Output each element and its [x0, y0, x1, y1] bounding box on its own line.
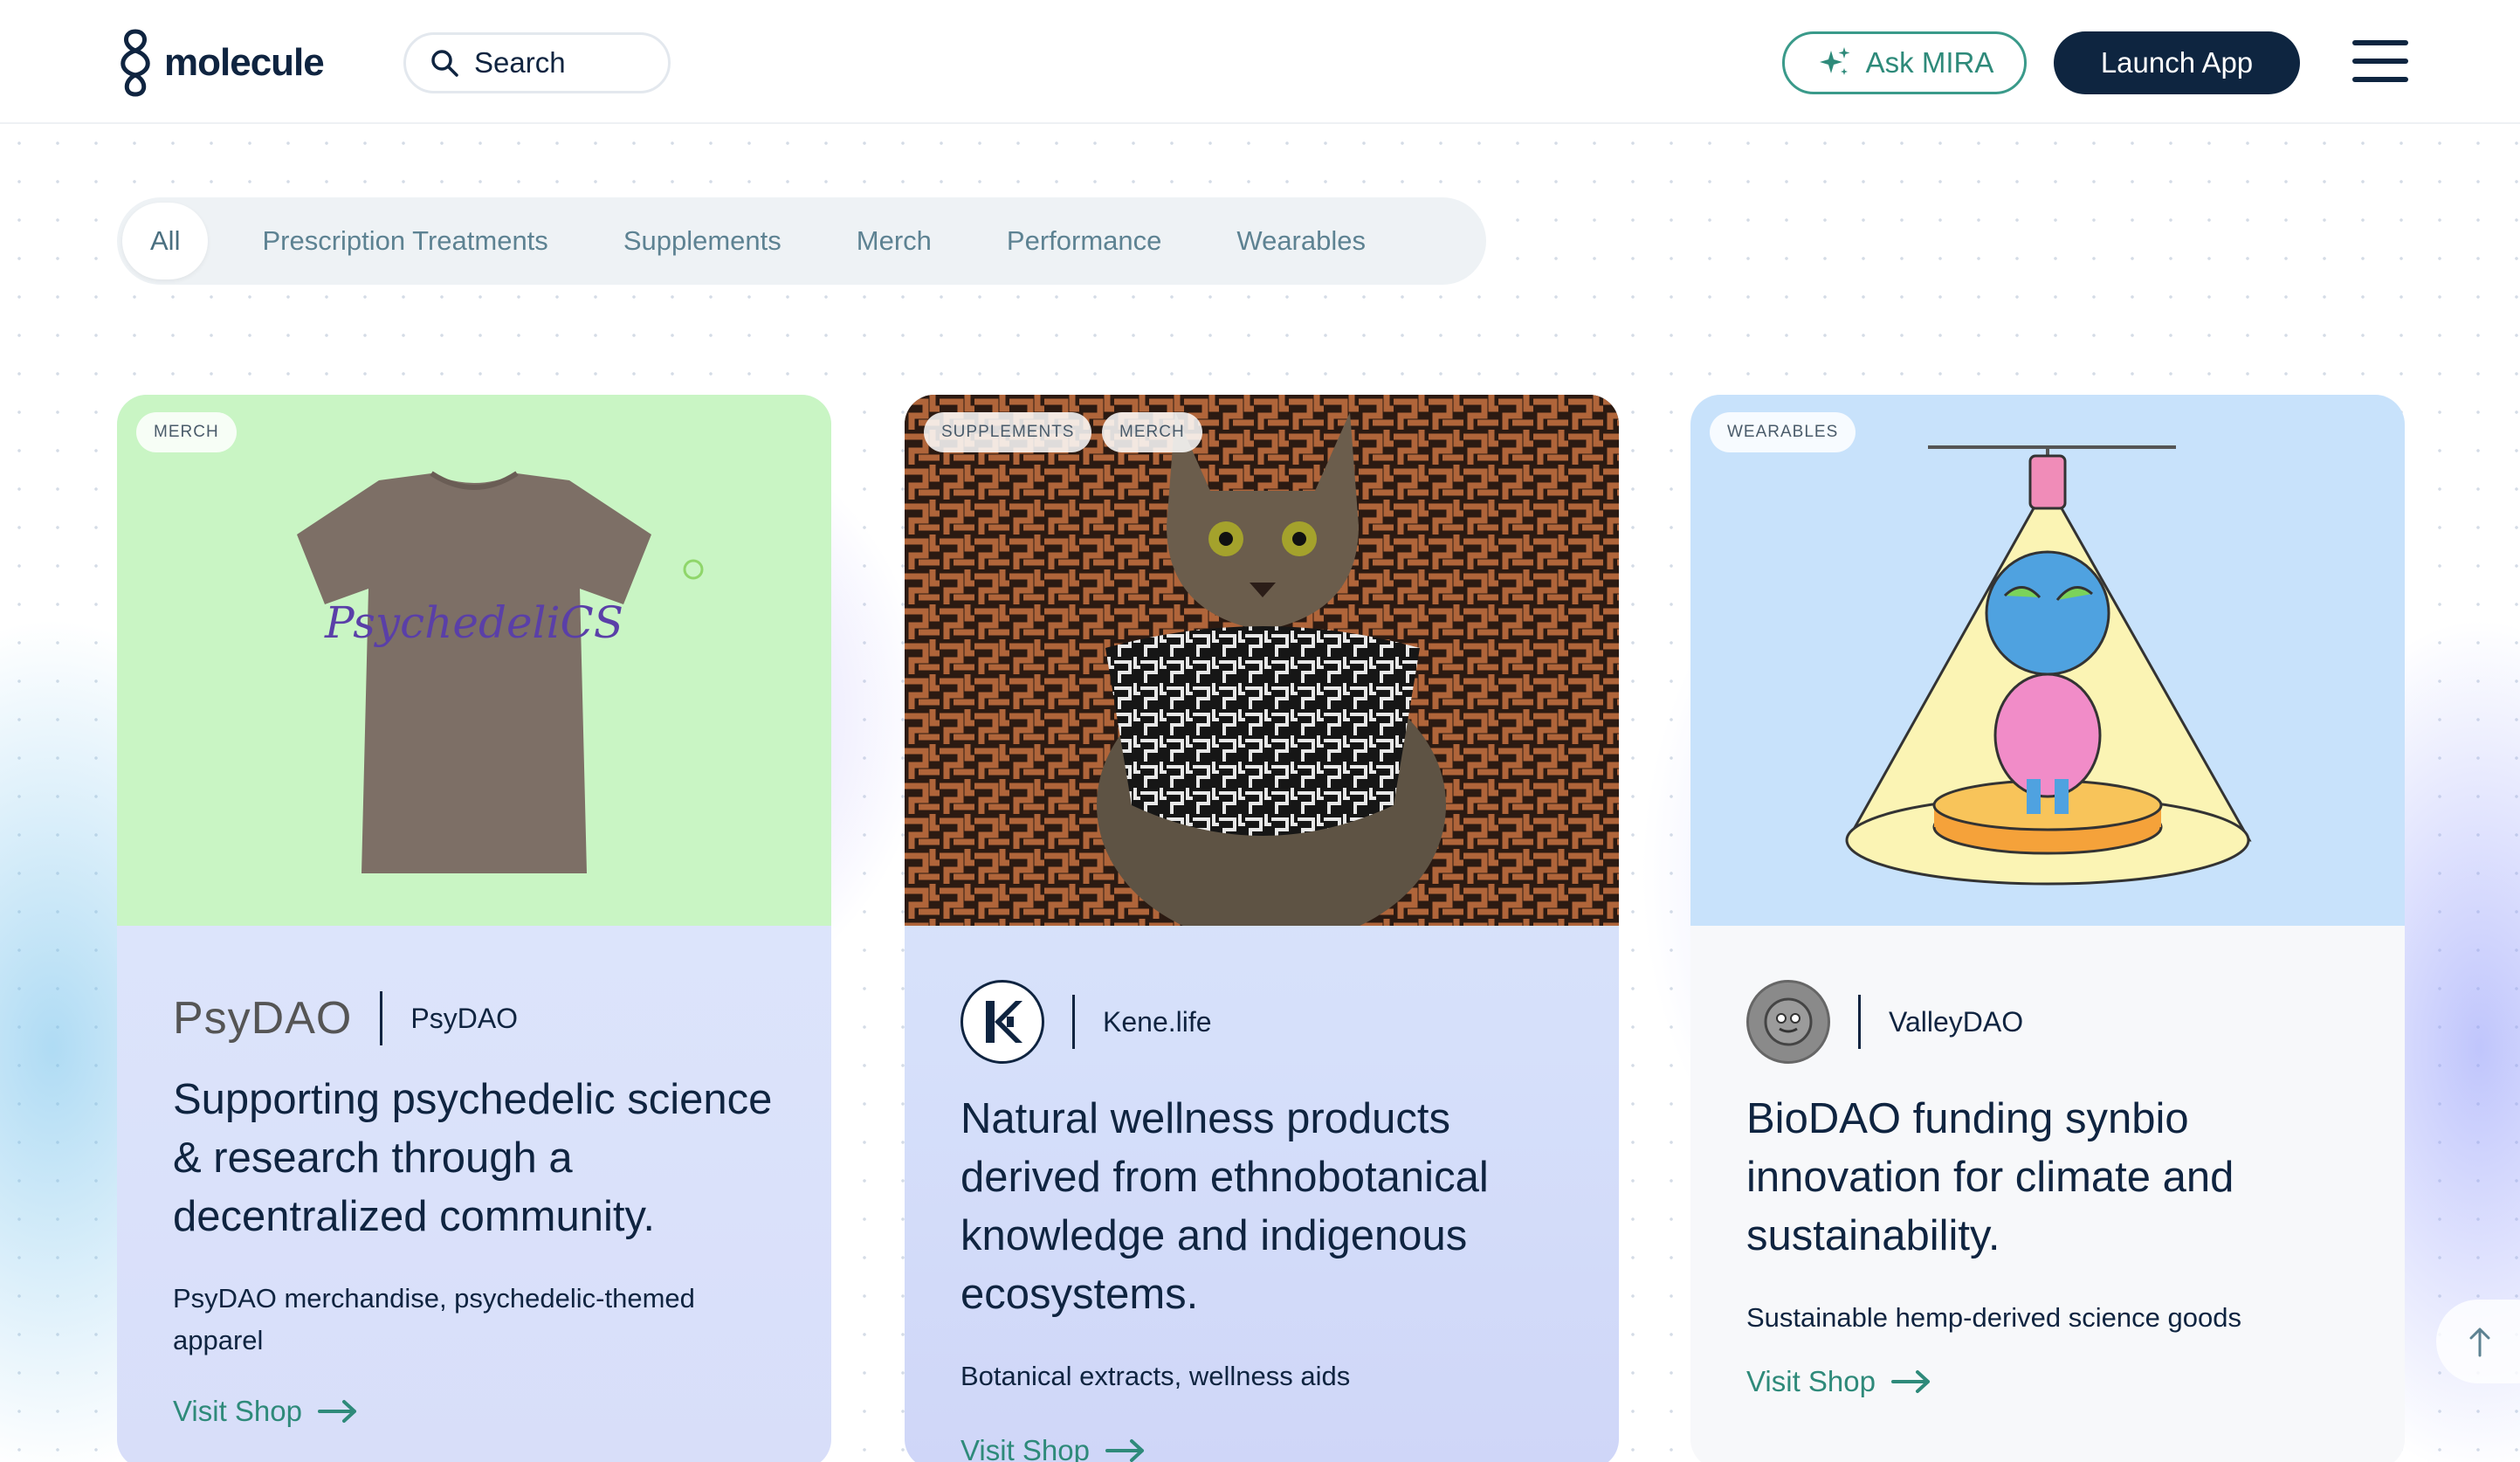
scroll-to-top-button[interactable]	[2436, 1300, 2520, 1383]
brand-divider	[1858, 995, 1861, 1049]
spotlight-character-image	[1690, 395, 2405, 926]
visit-shop-link[interactable]: Visit Shop	[173, 1395, 775, 1428]
visit-shop-link[interactable]: Visit Shop	[960, 1434, 1563, 1462]
brand-name: PsyDAO	[410, 1002, 519, 1034]
tag-supplements: SUPPLEMENTS	[924, 412, 1092, 452]
ask-mira-label: Ask MIRA	[1865, 46, 1994, 79]
card-headline: Supporting psychedelic science & researc…	[173, 1076, 773, 1240]
card-description: Botanical extracts, wellness aids	[960, 1361, 1351, 1391]
brand-name: Kene.life	[1103, 1005, 1212, 1038]
kene-life-logo-icon	[960, 980, 1044, 1064]
visit-shop-label: Visit Shop	[1746, 1365, 1876, 1397]
visit-shop-link[interactable]: Visit Shop	[1746, 1365, 2349, 1398]
molecule-logo[interactable]: molecule	[114, 28, 325, 98]
shop-card-psydao[interactable]: PsychedeliCS MERCH PsyDAO PsyDAO Support…	[117, 395, 831, 1462]
psydao-logo-text: PsyDAO	[173, 993, 353, 1044]
tag-merch: MERCH	[1102, 412, 1202, 452]
arrow-right-icon	[1890, 1370, 1930, 1393]
brand-divider	[380, 991, 383, 1045]
tshirt-print-text: PsychedeliCS	[324, 597, 623, 648]
psydao-tshirt-image: PsychedeliCS	[117, 395, 831, 926]
card-headline: BioDAO funding synbio innovation for cli…	[1746, 1095, 2234, 1259]
brand-name: ValleyDAO	[1889, 1005, 2024, 1038]
card-body: Kene.life Natural wellness products deri…	[905, 926, 1619, 1462]
card-body: PsyDAO PsyDAO Supporting psychedelic sci…	[117, 926, 831, 1462]
tab-prescription-treatments[interactable]: Prescription Treatments	[208, 203, 585, 279]
tag-wearables: WEARABLES	[1710, 412, 1856, 452]
cat-bandana-image	[905, 395, 1619, 945]
shop-card-kene-life[interactable]: SUPPLEMENTS MERCH Kene.life Natural well…	[905, 395, 1619, 1462]
tab-merch[interactable]: Merch	[819, 203, 969, 279]
tab-supplements[interactable]: Supplements	[586, 203, 819, 279]
search-input[interactable]: Search	[403, 32, 671, 93]
tab-performance[interactable]: Performance	[969, 203, 1199, 279]
launch-app-button[interactable]: Launch App	[2054, 31, 2300, 94]
visit-shop-label: Visit Shop	[173, 1395, 302, 1427]
arrow-right-icon	[317, 1400, 356, 1423]
molecule-logo-icon	[120, 29, 150, 97]
brand-divider	[1072, 995, 1075, 1049]
sparkle-icon	[1819, 47, 1850, 75]
arrow-up-icon	[2469, 1328, 2490, 1357]
search-icon	[431, 50, 458, 77]
valleydao-logo-icon	[1746, 980, 1830, 1064]
top-navbar: molecule Search Ask MIRA Launch App	[0, 0, 2520, 124]
card-headline: Natural wellness products derived from e…	[960, 1095, 1489, 1318]
card-description: Sustainable hemp-derived science goods	[1746, 1302, 2241, 1333]
tab-wearables[interactable]: Wearables	[1199, 203, 1403, 279]
hamburger-menu-icon[interactable]	[2352, 40, 2408, 86]
tab-all[interactable]: All	[122, 203, 209, 279]
shop-card-valleydao[interactable]: WEARABLES ValleyDAO BioDAO funding synbi…	[1690, 395, 2405, 1462]
ask-mira-button[interactable]: Ask MIRA	[1782, 31, 2027, 94]
card-body: ValleyDAO BioDAO funding synbio innovati…	[1690, 926, 2405, 1462]
category-filter-tabs: All Prescription Treatments Supplements …	[117, 197, 1486, 285]
visit-shop-label: Visit Shop	[960, 1434, 1090, 1462]
search-placeholder: Search	[474, 46, 566, 79]
logo-text: molecule	[164, 41, 325, 84]
arrow-right-icon	[1105, 1439, 1144, 1462]
tag-merch: MERCH	[136, 412, 237, 452]
card-description: PsyDAO merchandise, psychedelic-themed a…	[173, 1283, 695, 1355]
